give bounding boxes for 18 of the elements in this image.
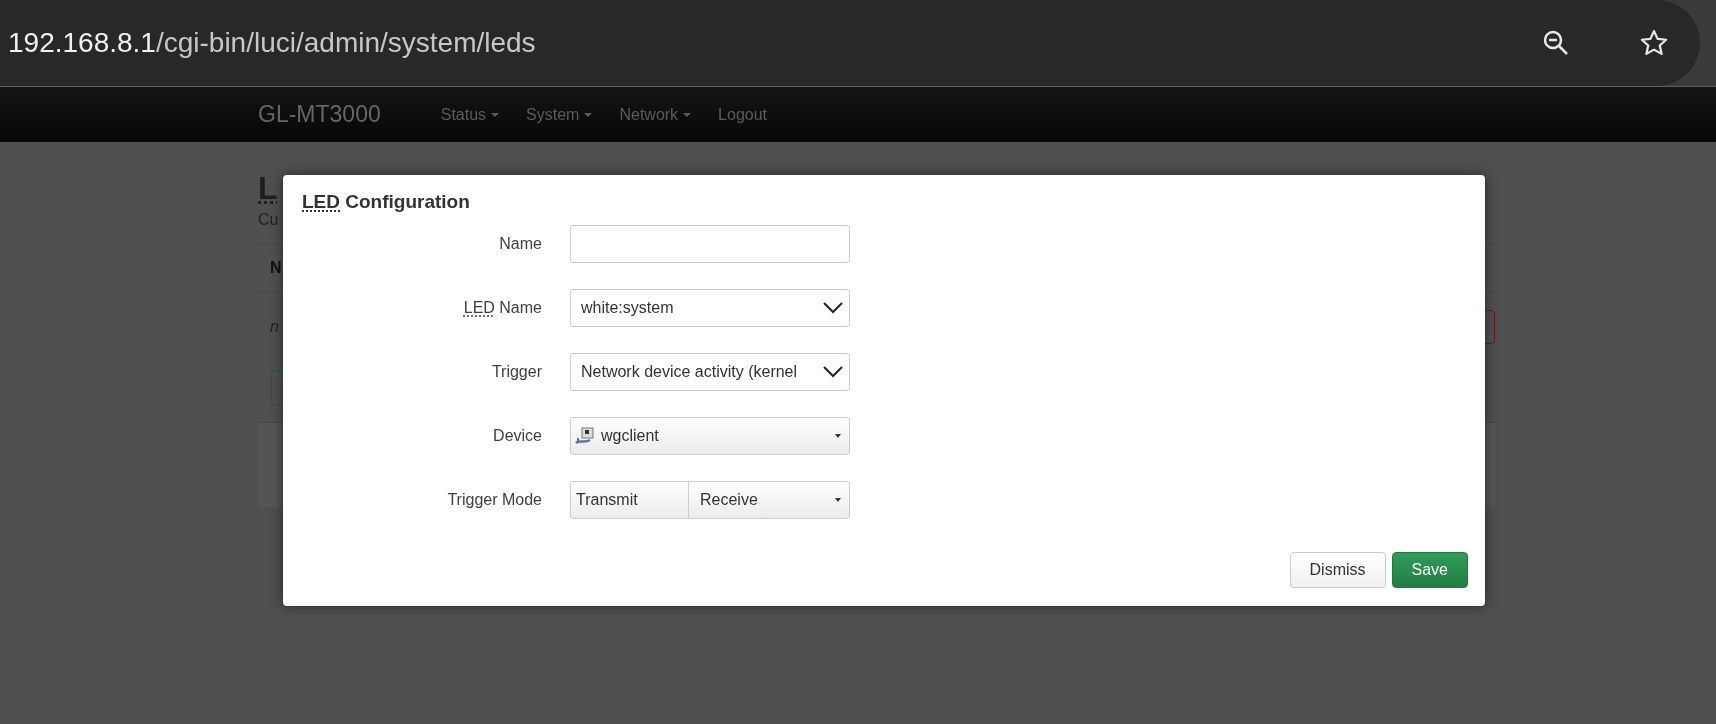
device-dropdown[interactable]: wgclient	[570, 417, 850, 455]
name-input-field[interactable]	[570, 225, 850, 263]
select-field[interactable]: white:system	[570, 289, 850, 327]
save-button[interactable]: Save	[1391, 552, 1468, 588]
caret-icon	[835, 434, 841, 438]
field-label: Trigger Mode	[446, 491, 542, 509]
chevron-down-icon	[823, 302, 843, 314]
field-label: Name	[498, 235, 542, 253]
dismiss-button[interactable]: Dismiss	[1289, 552, 1386, 588]
field-label: Trigger	[490, 363, 542, 381]
select-field[interactable]: Network device activity (kernel	[570, 353, 850, 391]
caret-icon	[835, 498, 841, 502]
network-device-icon	[575, 426, 595, 446]
chevron-down-icon	[823, 366, 843, 378]
multi-select-dropdown[interactable]: Transmit Receive	[570, 481, 850, 519]
modal-title: LED Configuration	[302, 191, 471, 213]
field-label: LED Name	[462, 299, 542, 317]
field-label: Device	[492, 427, 542, 445]
